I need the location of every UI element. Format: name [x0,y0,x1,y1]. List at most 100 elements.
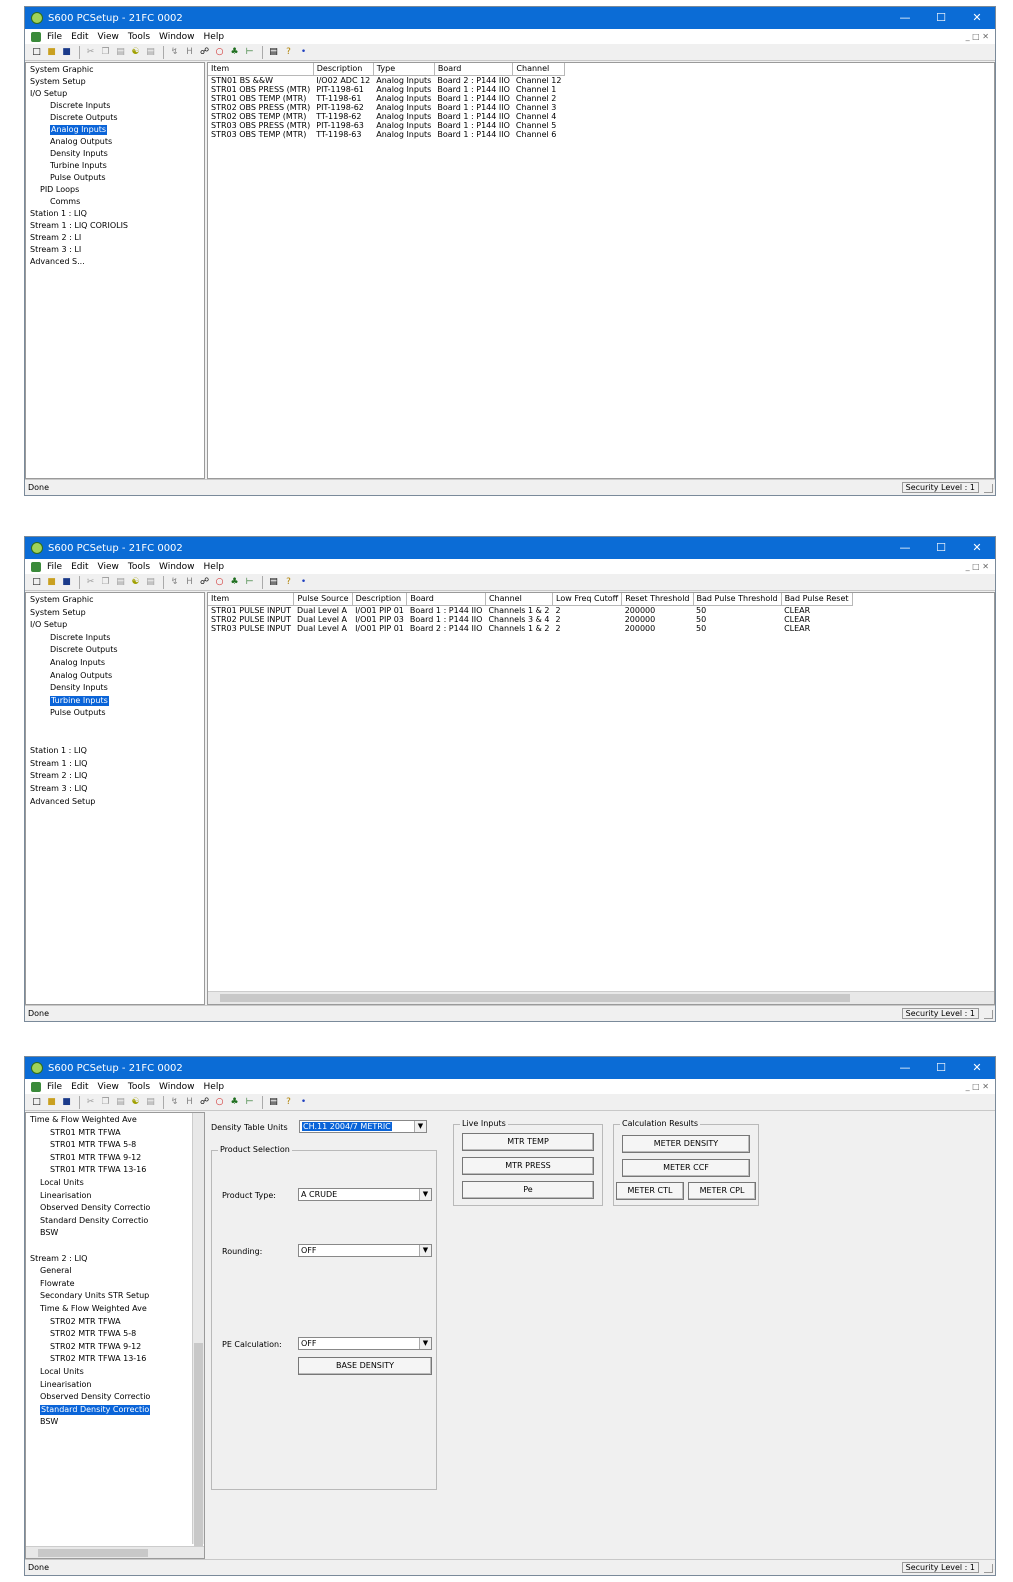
tree-item[interactable]: PID Loops [40,185,79,195]
mdi-controls-icon[interactable]: _ □ ✕ [966,32,989,41]
context-help-icon[interactable]: • [297,576,310,589]
tree-item[interactable]: Analog Inputs [50,658,105,668]
save-icon[interactable]: ■ [60,576,73,589]
product-type-select[interactable]: A CRUDE ▼ [298,1188,432,1201]
tree-item[interactable]: Density Inputs [50,683,108,693]
column-header[interactable]: Reset Threshold [621,593,694,606]
tree-item[interactable]: Observed Density Correctio [40,1392,150,1402]
tree-item[interactable]: STR02 MTR TFWA 13-16 [50,1354,146,1364]
tree-item[interactable]: Turbine Inputs [50,161,107,171]
new-file-icon[interactable]: □ [30,576,43,589]
column-header[interactable]: Pulse Source [293,593,353,606]
menu-edit[interactable]: Edit [71,562,88,572]
menu-file[interactable]: File [47,1082,62,1092]
rounding-select[interactable]: OFF ▼ [298,1244,432,1257]
close-icon[interactable]: ✕ [959,1057,995,1079]
column-header[interactable]: Channel [485,593,554,606]
tree-item[interactable]: STR02 MTR TFWA 5-8 [50,1329,136,1339]
print-preview-icon[interactable]: ▤ [144,576,157,589]
menu-help[interactable]: Help [204,562,225,572]
chevron-down-icon[interactable]: ▼ [419,1189,431,1200]
column-header[interactable]: Item [208,593,295,606]
tree-item[interactable]: Pulse Outputs [50,708,106,718]
tree-item[interactable]: System Graphic [30,65,94,75]
mtr-temp-button[interactable]: MTR TEMP [462,1133,594,1151]
help-icon[interactable]: ? [282,1096,295,1109]
connect-icon[interactable]: ☯ [129,576,142,589]
menu-edit[interactable]: Edit [71,32,88,42]
tree-item[interactable]: Stream 1 : LIQ CORIOLIS [30,221,128,231]
list-view[interactable]: Item Pulse Source Description Board Channel L… [207,592,995,1005]
resize-grip-icon[interactable] [984,484,993,493]
print-icon[interactable]: ▤ [267,576,280,589]
help-icon[interactable]: ? [282,576,295,589]
tree-item[interactable]: Standard Density Correctio [40,1404,151,1415]
table-row[interactable]: STN01 BS &&W I/O02 ADC 12 Analog Inputs Boa… [208,75,565,85]
copy-icon[interactable]: ❐ [99,46,112,59]
minimize-icon[interactable]: — [887,7,923,29]
menu-file[interactable]: File [47,562,62,572]
column-header[interactable]: Channel [512,63,565,76]
menu-view[interactable]: View [98,562,119,572]
cut-icon[interactable]: ✂ [84,1096,97,1109]
context-help-icon[interactable]: • [297,1096,310,1109]
tree-item[interactable]: STR02 MTR TFWA [50,1317,121,1327]
tree-item[interactable]: Standard Density Correctio [40,1216,148,1226]
meter-density-button[interactable]: METER DENSITY [622,1135,750,1153]
menu-help[interactable]: Help [204,32,225,42]
mdi-controls-icon[interactable]: _ □ ✕ [966,1082,989,1091]
menu-tools[interactable]: Tools [128,562,150,572]
tree-item[interactable]: Flowrate [40,1279,75,1289]
tree-item[interactable]: Analog Outputs [50,137,112,147]
tree-item[interactable]: Pulse Outputs [50,173,106,183]
tree-view[interactable]: Time & Flow Weighted Ave STR01 MTR TFWA ST… [25,1112,205,1559]
print-icon[interactable]: ▤ [267,1096,280,1109]
print-preview-icon[interactable]: ▤ [144,46,157,59]
tree-icon[interactable]: ♣ [228,1096,241,1109]
tree-item[interactable]: System Graphic [30,595,94,605]
tree-item[interactable]: General [40,1266,72,1276]
minimize-icon[interactable]: — [887,1057,923,1079]
resize-grip-icon[interactable] [984,1010,993,1019]
menu-window[interactable]: Window [159,562,195,572]
table-row[interactable]: STR03 OBS PRESS (MTR) PIT-1198-63 Analog I… [208,121,565,130]
tree-item[interactable]: Station 1 : LIQ [30,209,87,219]
column-header[interactable]: Board [434,63,514,76]
paste-icon[interactable]: ▤ [114,1096,127,1109]
menu-view[interactable]: View [98,32,119,42]
menu-edit[interactable]: Edit [71,1082,88,1092]
menu-view[interactable]: View [98,1082,119,1092]
column-header[interactable]: Bad Pulse Threshold [693,593,782,606]
tree-item[interactable]: Station 1 : LIQ [30,746,87,756]
meter-ctl-button[interactable]: METER CTL [616,1182,684,1200]
tree-item[interactable]: Local Units [40,1367,84,1377]
scrollbar-thumb[interactable] [220,994,850,1002]
menu-window[interactable]: Window [159,32,195,42]
paste-icon[interactable]: ▤ [114,576,127,589]
tree-item[interactable]: Advanced S... [30,257,85,267]
maximize-icon[interactable]: ☐ [923,537,959,559]
tree-item[interactable]: BSW [40,1417,58,1427]
tree-icon[interactable]: ♣ [228,576,241,589]
copy-icon[interactable]: ❐ [99,1096,112,1109]
table-row[interactable]: STR01 OBS PRESS (MTR) PIT-1198-61 Analog I… [208,85,565,94]
tree-item[interactable]: System Setup [30,77,86,87]
new-file-icon[interactable]: □ [30,1096,43,1109]
tree-item[interactable]: Discrete Outputs [50,113,118,123]
table-row[interactable]: STR02 OBS TEMP (MTR) TT-1198-62 Analog Inp… [208,112,565,121]
horizontal-scrollbar[interactable] [208,991,994,1004]
tree-item[interactable]: Linearisation [40,1380,91,1390]
table-row[interactable]: STR03 OBS TEMP (MTR) TT-1198-63 Analog Inp… [208,130,565,139]
cut-icon[interactable]: ✂ [84,576,97,589]
graph-icon[interactable]: ↯ [168,46,181,59]
tree-item[interactable]: Time & Flow Weighted Ave [40,1304,147,1314]
tree-item[interactable]: Time & Flow Weighted Ave [30,1115,137,1125]
density-table-units-select[interactable]: CH.11 2004/7 METRIC ▼ [299,1120,427,1133]
column-header[interactable]: Description [313,63,374,76]
stop-icon[interactable]: ○ [213,46,226,59]
tree-view[interactable]: System Graphic System Setup I/O Setup Discr… [25,62,205,479]
app-menu-icon[interactable] [31,561,41,572]
vertical-scrollbar[interactable] [192,1113,204,1553]
menu-window[interactable]: Window [159,1082,195,1092]
meter-ccf-button[interactable]: METER CCF [622,1159,750,1177]
